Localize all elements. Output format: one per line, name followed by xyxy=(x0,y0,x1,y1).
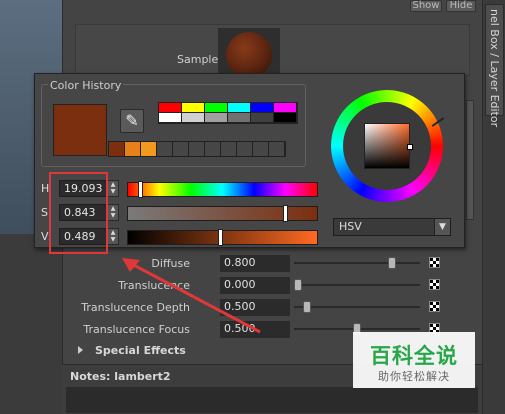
hue-slider[interactable] xyxy=(127,181,318,198)
saturation-value-square[interactable] xyxy=(364,123,410,169)
saturation-slider[interactable] xyxy=(127,205,318,222)
channel-box-layer-editor-tab[interactable]: nel Box / Layer Editor xyxy=(482,0,505,414)
watermark-sub-text: 助你轻松解决 xyxy=(378,370,450,383)
history-swatch[interactable] xyxy=(221,142,237,156)
value-slider-knob[interactable] xyxy=(218,229,223,246)
history-swatch[interactable] xyxy=(157,142,173,156)
palette-swatch[interactable] xyxy=(274,103,297,113)
palette-swatch[interactable] xyxy=(159,103,182,113)
notes-label: Notes: lambert2 xyxy=(70,370,171,383)
diffuse-map-icon[interactable] xyxy=(429,257,440,268)
current-color-swatch[interactable] xyxy=(53,104,107,156)
history-swatch[interactable] xyxy=(173,142,189,156)
history-swatch[interactable] xyxy=(205,142,221,156)
sample-label: Sample xyxy=(177,53,219,66)
saturation-spinner[interactable]: ▲ ▼ xyxy=(107,204,119,221)
value-spinner[interactable]: ▲ ▼ xyxy=(107,228,119,245)
material-sample-sphere xyxy=(226,32,272,78)
hue-spinner[interactable]: ▲ ▼ xyxy=(107,180,119,197)
annotation-arrow xyxy=(122,258,261,334)
palette-swatch[interactable] xyxy=(205,113,228,123)
sv-picker-knob[interactable] xyxy=(407,144,413,150)
watermark-logo: 百科全说 助你轻松解决 xyxy=(353,332,475,388)
history-swatch[interactable] xyxy=(253,142,269,156)
translucence-depth-slider[interactable] xyxy=(294,301,420,313)
palette-swatch[interactable] xyxy=(159,113,182,123)
palette-swatch[interactable] xyxy=(205,103,228,113)
history-swatch[interactable] xyxy=(189,142,205,156)
palette-swatch[interactable] xyxy=(274,113,297,123)
eyedropper-icon[interactable]: ✎ xyxy=(120,109,144,133)
color-mode-select[interactable]: HSV ▼ xyxy=(333,218,451,236)
hide-button[interactable]: Hide xyxy=(446,0,476,12)
translucence-depth-map-icon[interactable] xyxy=(429,301,440,312)
diffuse-slider-knob[interactable] xyxy=(388,257,396,269)
side-scrollbar[interactable] xyxy=(466,100,474,220)
palette-swatch[interactable] xyxy=(228,113,251,123)
palette-swatch[interactable] xyxy=(251,113,274,123)
translucence-slider[interactable] xyxy=(294,279,420,291)
history-swatch[interactable] xyxy=(141,142,157,156)
history-swatch[interactable] xyxy=(269,142,285,156)
watermark-main-text: 百科全说 xyxy=(370,344,458,368)
diffuse-slider[interactable] xyxy=(294,257,420,269)
special-effects-section[interactable]: Special Effects xyxy=(66,344,366,360)
color-history-title: Color History xyxy=(48,79,124,92)
translucence-focus-slider[interactable] xyxy=(294,323,420,335)
translucence-map-icon[interactable] xyxy=(429,279,440,290)
history-swatch[interactable] xyxy=(237,142,253,156)
hue-color-wheel[interactable] xyxy=(331,90,443,202)
expand-arrow-icon xyxy=(78,346,83,354)
annotation-highlight-box xyxy=(49,172,108,254)
palette-swatch[interactable] xyxy=(182,103,205,113)
translucence-depth-slider-knob[interactable] xyxy=(303,301,311,313)
palette-swatch[interactable] xyxy=(251,103,274,113)
show-button[interactable]: Show xyxy=(410,0,442,12)
value-slider[interactable] xyxy=(127,229,318,246)
hue-slider-knob[interactable] xyxy=(138,181,143,198)
translucence-slider-knob[interactable] xyxy=(294,279,302,291)
color-history-row[interactable] xyxy=(108,141,286,157)
notes-textarea[interactable] xyxy=(66,387,478,413)
chevron-down-icon[interactable]: ▼ xyxy=(434,219,450,235)
palette-swatch[interactable] xyxy=(228,103,251,113)
color-palette[interactable] xyxy=(158,102,298,124)
history-swatch[interactable] xyxy=(125,142,141,156)
saturation-slider-knob[interactable] xyxy=(283,205,288,222)
palette-swatch[interactable] xyxy=(182,113,205,123)
history-swatch[interactable] xyxy=(109,142,125,156)
color-mode-value: HSV xyxy=(339,220,362,233)
channel-box-tab-label: nel Box / Layer Editor xyxy=(488,9,501,128)
